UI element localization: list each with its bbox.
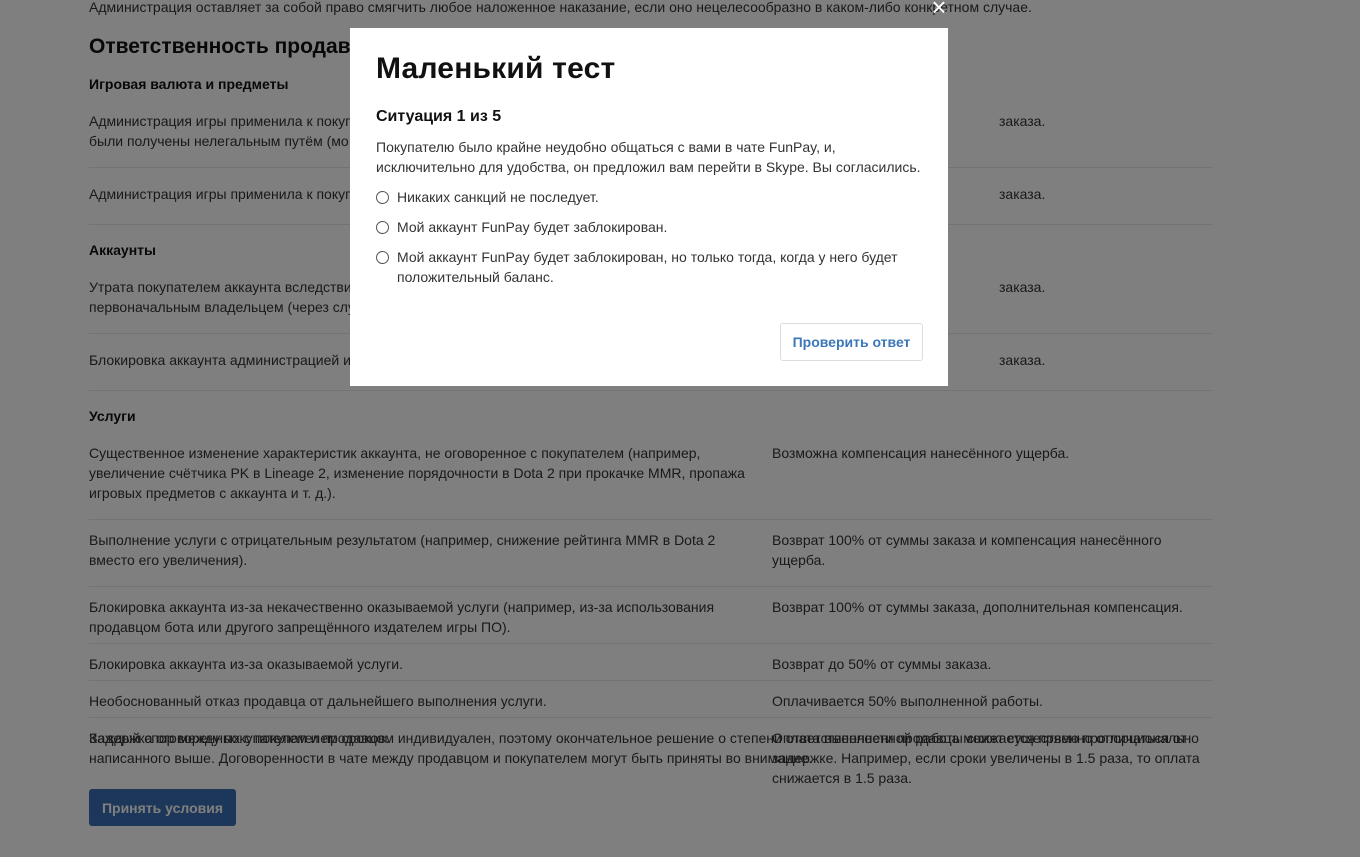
situation-counter: Ситуация 1 из 5 bbox=[376, 108, 502, 125]
answer-label: Мой аккаунт FunPay будет заблокирован. bbox=[397, 219, 668, 235]
answer-options: Никаких санкций не последует. Мой аккаун… bbox=[376, 187, 926, 297]
answer-option-1[interactable]: Никаких санкций не последует. bbox=[376, 187, 926, 207]
modal-title: Маленький тест bbox=[376, 52, 616, 85]
answer-label: Никаких санкций не последует. bbox=[397, 189, 599, 205]
answer-option-3[interactable]: Мой аккаунт FunPay будет заблокирован, н… bbox=[376, 247, 926, 287]
quiz-modal: Маленький тест Ситуация 1 из 5 Покупател… bbox=[350, 28, 948, 386]
radio-button[interactable] bbox=[376, 251, 389, 264]
answer-label: Мой аккаунт FunPay будет заблокирован, н… bbox=[397, 249, 898, 285]
radio-button[interactable] bbox=[376, 191, 389, 204]
check-answer-button[interactable]: Проверить ответ bbox=[780, 323, 923, 361]
question-text: Покупателю было крайне неудобно общаться… bbox=[376, 139, 921, 175]
answer-option-2[interactable]: Мой аккаунт FunPay будет заблокирован. bbox=[376, 217, 926, 237]
close-icon[interactable]: × bbox=[928, 0, 950, 20]
radio-button[interactable] bbox=[376, 221, 389, 234]
